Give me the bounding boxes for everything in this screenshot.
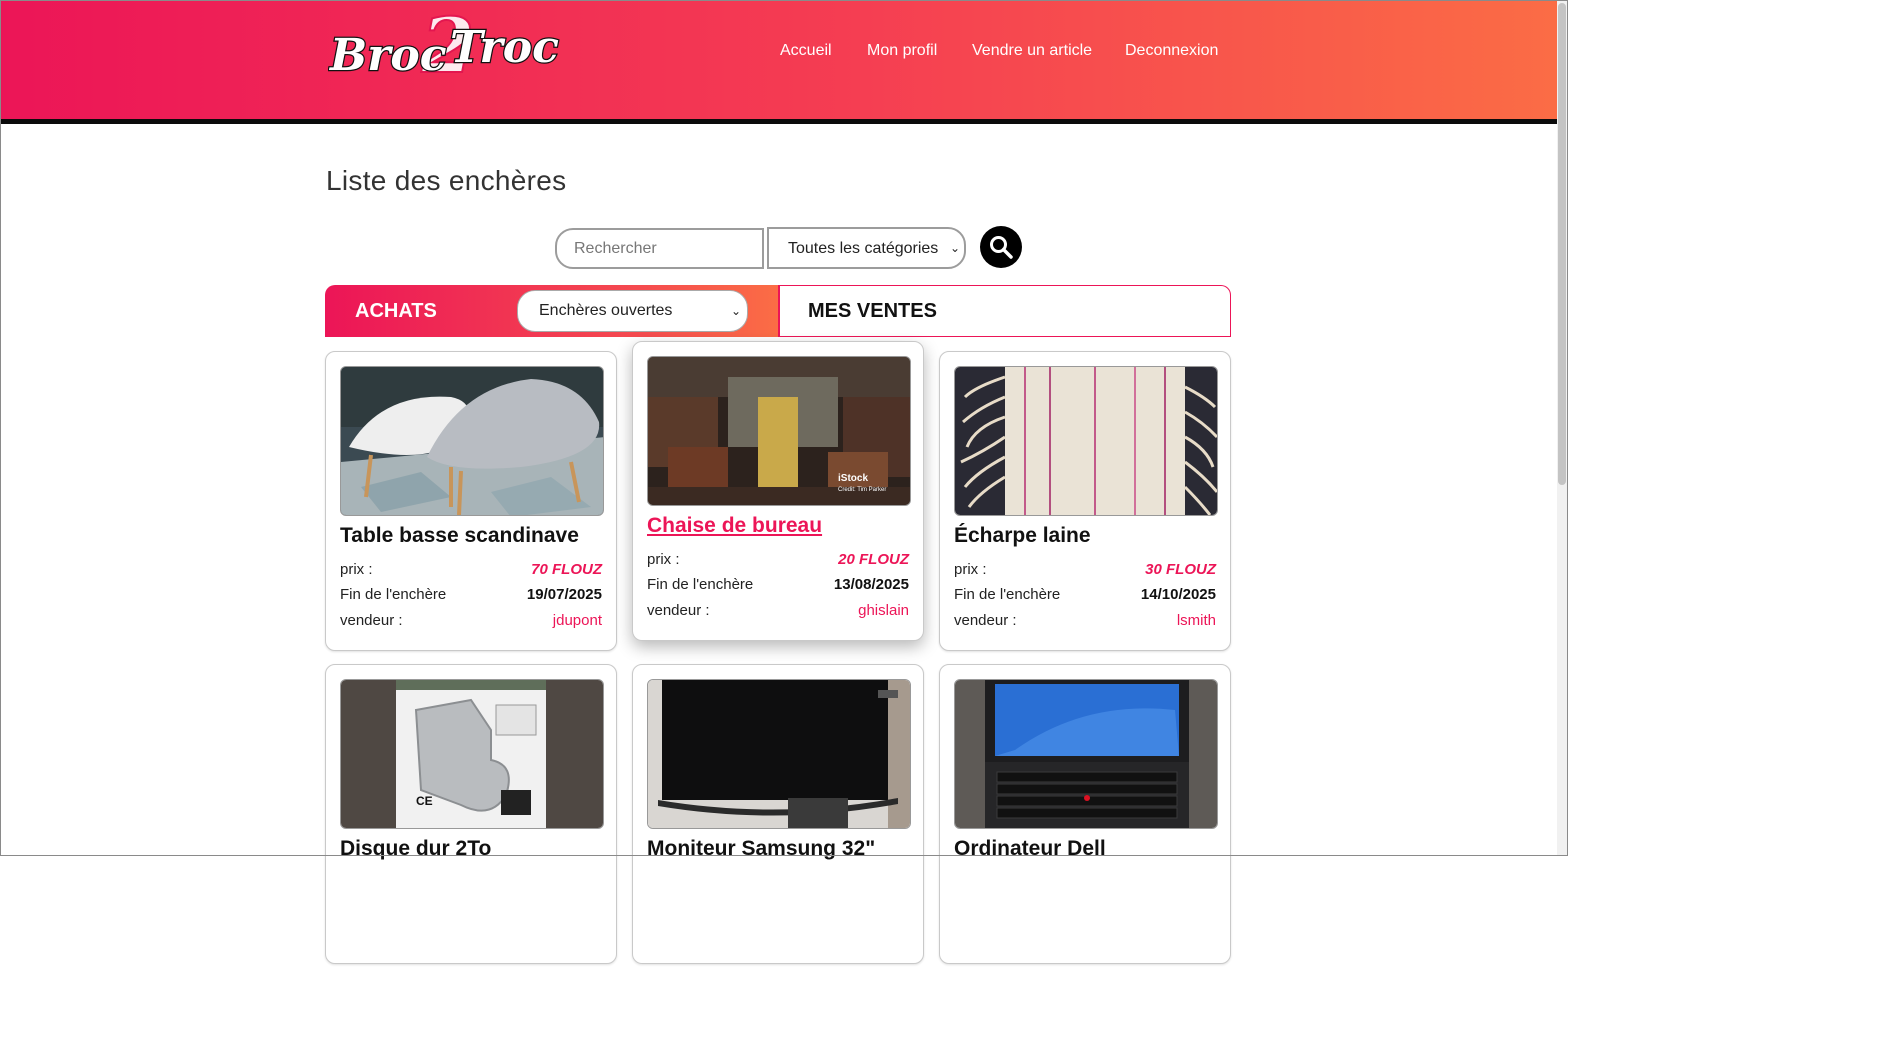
end-date-label: Fin de l'enchère [954, 586, 1061, 603]
svg-text:Troc: Troc [450, 22, 559, 73]
auction-title[interactable]: Écharpe laine [954, 524, 1091, 548]
price-value: 30 FLOUZ [1145, 561, 1216, 578]
price-value: 20 FLOUZ [838, 551, 909, 568]
auction-card[interactable]: Table basse scandinave prix : 70 FLOUZ F… [325, 351, 617, 651]
search-icon [990, 236, 1013, 259]
end-date-value: 19/07/2025 [526, 586, 602, 603]
price-row: prix : 30 FLOUZ [954, 561, 1216, 581]
scrollbar[interactable] [1557, 1, 1567, 855]
auction-title[interactable]: Disque dur 2To [340, 837, 491, 861]
end-date-row: Fin de l'enchère 19/07/2025 [340, 586, 602, 606]
tab-mes-ventes-label: MES VENTES [808, 300, 937, 322]
search-input[interactable] [555, 228, 764, 269]
auction-title[interactable]: Table basse scandinave [340, 524, 579, 548]
istock-watermark: iStock [838, 473, 868, 484]
end-date-label: Fin de l'enchère [340, 586, 447, 603]
auction-card[interactable]: Ordinateur Dell [939, 664, 1231, 964]
auction-photo[interactable] [954, 366, 1218, 516]
scrollbar-thumb[interactable] [1558, 3, 1566, 485]
end-date-row: Fin de l'enchère 13/08/2025 [647, 576, 909, 596]
search-button[interactable] [980, 226, 1022, 268]
auction-card[interactable]: CE Disque dur 2To [325, 664, 617, 964]
seller-row: vendeur : ghislain [647, 602, 909, 622]
auction-photo[interactable] [954, 679, 1218, 829]
photo-credit: Credit: Tim Parker [838, 487, 886, 493]
auction-title[interactable]: Ordinateur Dell [954, 837, 1106, 861]
category-select-value: Toutes les catégories [788, 240, 939, 257]
price-value: 70 FLOUZ [531, 561, 602, 578]
auction-status-value: Enchères ouvertes [539, 302, 673, 319]
auction-photo[interactable]: iStock Credit: Tim Parker [647, 356, 911, 506]
nav-accueil[interactable]: Accueil [780, 42, 832, 60]
auction-card[interactable]: Écharpe laine prix : 30 FLOUZ Fin de l'e… [939, 351, 1231, 651]
category-select[interactable]: Toutes les catégories ⌄ [767, 227, 966, 269]
price-row: prix : 70 FLOUZ [340, 561, 602, 581]
seller-link[interactable]: jdupont [553, 612, 602, 629]
broc2troc-logo[interactable]: 2 Broc Troc [328, 6, 568, 92]
site-header: 2 Broc Troc Accueil Mon profil Vendre un… [0, 0, 1568, 124]
auction-card[interactable]: Moniteur Samsung 32" [632, 664, 924, 964]
auction-status-select[interactable]: Enchères ouvertes ⌄ [517, 290, 748, 332]
seller-label: vendeur : [647, 602, 710, 619]
svg-text:Broc: Broc [328, 30, 447, 81]
end-date-value: 13/08/2025 [833, 576, 909, 593]
tab-achats-label: ACHATS [355, 300, 437, 322]
seller-label: vendeur : [954, 612, 1017, 629]
tab-mes-ventes[interactable]: MES VENTES [778, 285, 1231, 337]
page-title: Liste des enchères [326, 165, 567, 196]
seller-link[interactable]: lsmith [1177, 612, 1216, 629]
nav-vendre-article[interactable]: Vendre un article [972, 42, 1092, 60]
auction-photo[interactable]: CE [340, 679, 604, 829]
chevron-down-icon: ⌄ [730, 304, 741, 318]
end-date-row: Fin de l'enchère 14/10/2025 [954, 586, 1216, 606]
end-date-label: Fin de l'enchère [647, 576, 754, 593]
auction-card[interactable]: iStock Credit: Tim Parker Chaise de bure… [632, 341, 924, 641]
price-label: prix : [954, 561, 987, 578]
price-label: prix : [340, 561, 373, 578]
seller-row: vendeur : lsmith [954, 612, 1216, 632]
auction-photo[interactable] [340, 366, 604, 516]
price-label: prix : [647, 551, 680, 568]
svg-text:CE: CE [416, 794, 433, 808]
auction-photo[interactable] [647, 679, 911, 829]
nav-deconnexion[interactable]: Deconnexion [1125, 42, 1218, 60]
seller-row: vendeur : jdupont [340, 612, 602, 632]
chevron-down-icon: ⌄ [949, 241, 960, 255]
price-row: prix : 20 FLOUZ [647, 551, 909, 571]
auction-title[interactable]: Chaise de bureau [647, 514, 822, 538]
end-date-value: 14/10/2025 [1140, 586, 1216, 603]
tab-achats[interactable]: ACHATS Enchères ouvertes ⌄ [325, 285, 778, 337]
seller-label: vendeur : [340, 612, 403, 629]
seller-link[interactable]: ghislain [858, 602, 909, 619]
auction-title[interactable]: Moniteur Samsung 32" [647, 837, 875, 861]
nav-mon-profil[interactable]: Mon profil [867, 42, 937, 60]
